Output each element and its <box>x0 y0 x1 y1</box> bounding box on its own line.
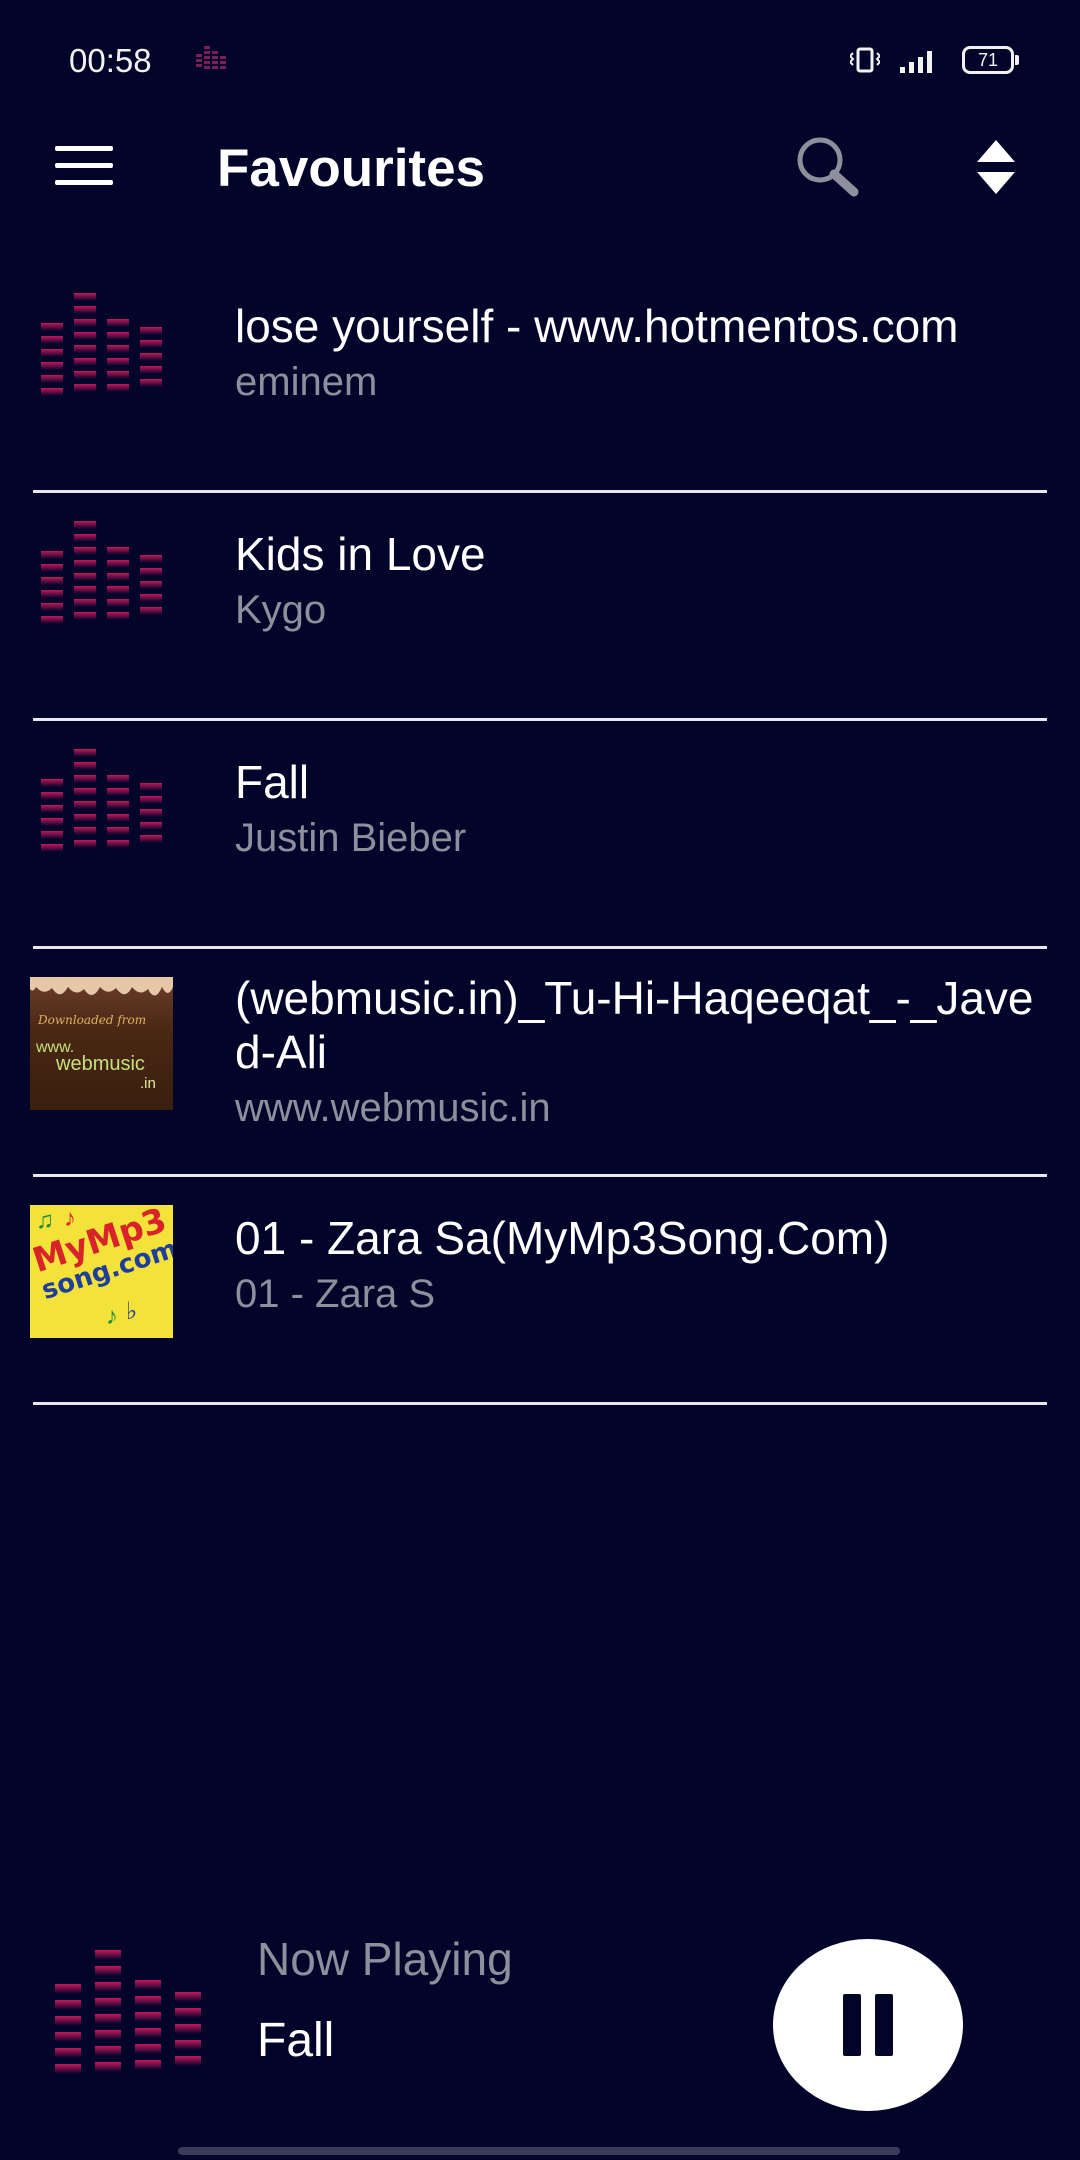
equalizer-art-icon <box>41 749 162 852</box>
equalizer-notification-icon <box>196 46 226 69</box>
song-row[interactable]: ♫ ♪ ♭ ♪ MyMp3 song.com 01 - Zara Sa(MyMp… <box>30 1177 1047 1405</box>
pause-button[interactable] <box>773 1939 963 2111</box>
status-bar: 00:58 71 <box>0 0 1080 120</box>
sort-icon[interactable] <box>975 140 1017 194</box>
app-bar: Favourites <box>0 120 1080 220</box>
song-title: (webmusic.in)_Tu-Hi-Haqeeqat_-_Javed-Ali <box>235 972 1034 1078</box>
status-icons: 71 <box>850 46 1019 74</box>
song-artist: Kygo <box>235 588 327 632</box>
song-title: lose yourself - www.hotmentos.com <box>235 300 959 352</box>
status-time: 00:58 <box>69 42 152 79</box>
home-indicator[interactable] <box>178 2147 900 2155</box>
album-art: Downloaded from www. webmusic .in <box>30 977 173 1110</box>
song-artist: 01 - Zara S <box>235 1272 436 1316</box>
now-playing-bar[interactable]: Now Playing Fall <box>0 1920 1080 2160</box>
equalizer-art-icon <box>41 521 162 624</box>
song-row[interactable]: Downloaded from www. webmusic .in (webmu… <box>30 949 1047 1177</box>
chocolate-drip-decoration <box>30 977 173 996</box>
vibrate-icon <box>850 47 880 73</box>
song-row[interactable]: Kids in Love Kygo <box>33 493 1047 721</box>
song-artist: Justin Bieber <box>235 816 467 860</box>
equalizer-art-icon <box>55 1950 201 2074</box>
search-icon[interactable] <box>792 132 862 202</box>
page-title: Favourites <box>217 139 486 198</box>
song-artist: www.webmusic.in <box>235 1086 551 1130</box>
song-title: Kids in Love <box>235 528 486 580</box>
song-row[interactable]: lose yourself - www.hotmentos.com eminem <box>33 265 1047 493</box>
now-playing-title: Fall <box>257 2014 335 2067</box>
equalizer-art-icon <box>41 293 162 396</box>
song-row[interactable]: Fall Justin Bieber <box>33 721 1047 949</box>
music-note-icon: ♫ <box>36 1207 54 1234</box>
album-art: ♫ ♪ ♭ ♪ MyMp3 song.com <box>30 1205 173 1338</box>
battery-icon: 71 <box>962 46 1019 74</box>
signal-icon <box>900 51 932 73</box>
music-note-icon: ♪ <box>106 1303 118 1330</box>
song-title: 01 - Zara Sa(MyMp3Song.Com) <box>235 1212 890 1264</box>
music-note-icon: ♭ <box>126 1298 138 1325</box>
song-artist: eminem <box>235 360 378 404</box>
favourites-list: lose yourself - www.hotmentos.com eminem… <box>0 265 1080 1405</box>
pause-icon <box>843 1994 861 2056</box>
menu-icon[interactable] <box>55 146 113 186</box>
now-playing-label: Now Playing <box>257 1933 513 1985</box>
song-title: Fall <box>235 756 310 808</box>
